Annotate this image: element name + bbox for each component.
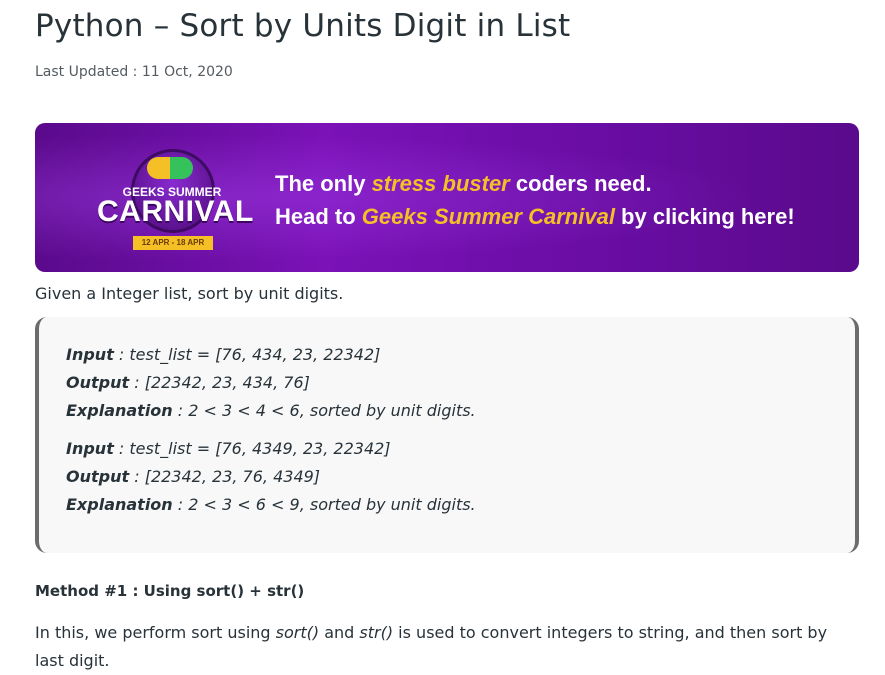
carnival-logo: GEEKS SUMMER CARNIVAL 12 APR - 18 APR xyxy=(97,143,254,253)
code-str: str() xyxy=(359,623,394,642)
intro-text: Given a Integer list, sort by unit digit… xyxy=(35,284,344,303)
example-2-output: Output : [22342, 23, 76, 4349] xyxy=(66,467,321,486)
mask-icon xyxy=(147,157,193,179)
page-title: Python – Sort by Units Digit in List xyxy=(35,8,571,44)
method-heading: Method #1 : Using sort() + str() xyxy=(35,582,305,600)
banner-line-1: The only stress buster coders need. xyxy=(275,171,652,196)
example-1-input: Input : test_list = [76, 434, 23, 22342] xyxy=(66,345,381,364)
example-1-explanation: Explanation : 2 < 3 < 4 < 6, sorted by u… xyxy=(66,401,476,420)
logo-dates-ribbon: 12 APR - 18 APR xyxy=(133,236,213,250)
example-1-output: Output : [22342, 23, 434, 76] xyxy=(66,373,310,392)
article-page: Python – Sort by Units Digit in List Las… xyxy=(0,0,885,673)
example-box: Input : test_list = [76, 434, 23, 22342]… xyxy=(35,317,859,553)
last-updated: Last Updated : 11 Oct, 2020 xyxy=(35,64,233,80)
code-sort: sort() xyxy=(275,623,320,642)
logo-main-text: CARNIVAL xyxy=(97,195,254,228)
example-2-explanation: Explanation : 2 < 3 < 6 < 9, sorted by u… xyxy=(66,495,476,514)
banner-message: The only stress buster coders need. Head… xyxy=(275,167,795,233)
method-description: In this, we perform sort using sort() an… xyxy=(35,623,828,670)
example-2-input: Input : test_list = [76, 4349, 23, 22342… xyxy=(66,439,391,458)
banner-line-2: Head to Geeks Summer Carnival by clickin… xyxy=(275,204,795,229)
promo-banner[interactable]: GEEKS SUMMER CARNIVAL 12 APR - 18 APR Th… xyxy=(35,123,859,272)
